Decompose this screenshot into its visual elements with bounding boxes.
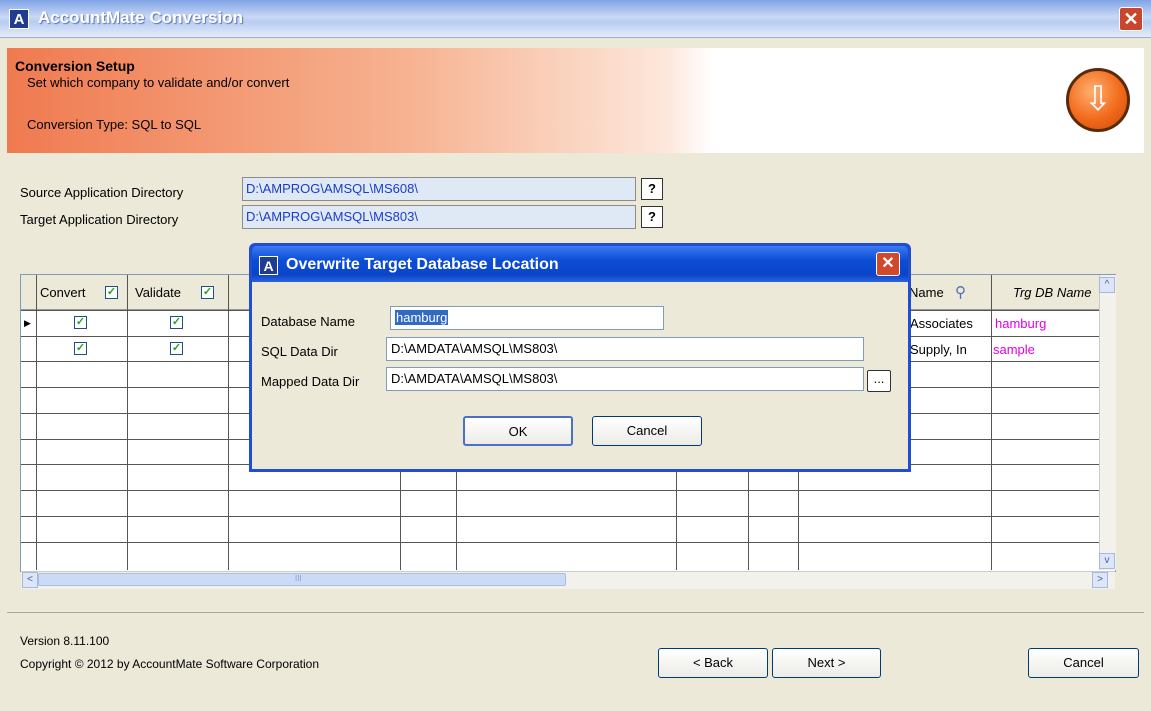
source-dir-label: Source Application Directory bbox=[20, 185, 184, 200]
validate-all-checkbox[interactable]: ✓ bbox=[201, 286, 214, 299]
grid-row-line bbox=[21, 542, 1099, 543]
dialog-close-icon[interactable]: ✕ bbox=[876, 252, 900, 276]
target-dir-help-button[interactable]: ? bbox=[641, 206, 663, 228]
setup-title: Conversion Setup bbox=[15, 58, 135, 74]
scroll-down-icon[interactable]: v bbox=[1099, 553, 1115, 569]
setup-header bbox=[7, 48, 1144, 153]
row-company-name: Supply, In bbox=[910, 342, 967, 357]
scroll-thumb-grip: III bbox=[295, 574, 302, 583]
col-name-header[interactable]: Name bbox=[909, 285, 944, 300]
row-trg-db-name[interactable]: sample bbox=[993, 342, 1035, 357]
grid-divider bbox=[127, 275, 128, 570]
back-button[interactable]: < Back bbox=[658, 648, 768, 678]
horizontal-scroll-thumb[interactable] bbox=[38, 573, 566, 586]
db-name-field[interactable]: hamburg bbox=[390, 306, 664, 330]
grid-row-line bbox=[21, 516, 1099, 517]
grid-divider bbox=[228, 275, 229, 570]
browse-button[interactable]: ... bbox=[867, 370, 891, 392]
row-validate-checkbox[interactable]: ✓ bbox=[170, 342, 183, 355]
col-trg-db-header[interactable]: Trg DB Name bbox=[1013, 285, 1092, 300]
app-logo-icon: A bbox=[9, 9, 29, 29]
col-validate-header[interactable]: Validate bbox=[135, 285, 181, 300]
db-name-label: Database Name bbox=[261, 314, 355, 329]
source-dir-field[interactable]: D:\AMPROG\AMSQL\MS608\ bbox=[242, 177, 636, 201]
close-icon[interactable]: ✕ bbox=[1119, 7, 1143, 31]
row-convert-checkbox[interactable]: ✓ bbox=[74, 342, 87, 355]
row-validate-checkbox[interactable]: ✓ bbox=[170, 316, 183, 329]
cancel-button[interactable]: Cancel bbox=[1028, 648, 1139, 678]
dialog-title: Overwrite Target Database Location bbox=[286, 256, 559, 273]
grid-row-line bbox=[21, 490, 1099, 491]
grid-divider bbox=[991, 275, 992, 570]
vertical-scrollbar[interactable] bbox=[1099, 275, 1116, 570]
copyright-text: Copyright © 2012 by AccountMate Software… bbox=[20, 657, 320, 671]
setup-subtitle: Set which company to validate and/or con… bbox=[27, 75, 290, 90]
dialog-logo-icon: A bbox=[259, 256, 278, 275]
row-company-name: Associates bbox=[910, 316, 973, 331]
dialog-ok-button[interactable]: OK bbox=[463, 416, 573, 446]
row-convert-checkbox[interactable]: ✓ bbox=[74, 316, 87, 329]
search-icon[interactable]: ⚲ bbox=[955, 283, 966, 301]
row-pointer-icon: ▶ bbox=[24, 318, 31, 328]
dialog-cancel-button[interactable]: Cancel bbox=[592, 416, 702, 446]
version-text: Version 8.11.100 bbox=[20, 634, 110, 648]
conversion-type: Conversion Type: SQL to SQL bbox=[27, 117, 202, 132]
sql-dir-label: SQL Data Dir bbox=[261, 344, 338, 359]
download-arrow-icon: ⇩ bbox=[1066, 68, 1130, 132]
row-trg-db-name[interactable]: hamburg bbox=[995, 316, 1046, 331]
mapped-dir-field[interactable]: D:\AMDATA\AMSQL\MS803\ bbox=[386, 367, 864, 391]
db-name-value: hamburg bbox=[395, 310, 449, 325]
next-button[interactable]: Next > bbox=[772, 648, 881, 678]
sql-dir-field[interactable]: D:\AMDATA\AMSQL\MS803\ bbox=[386, 337, 864, 361]
mapped-dir-label: Mapped Data Dir bbox=[261, 374, 360, 389]
convert-all-checkbox[interactable]: ✓ bbox=[105, 286, 118, 299]
grid-divider bbox=[36, 275, 37, 570]
footer-divider bbox=[7, 612, 1144, 613]
target-dir-field[interactable]: D:\AMPROG\AMSQL\MS803\ bbox=[242, 205, 636, 229]
scroll-right-icon[interactable]: > bbox=[1092, 572, 1108, 588]
target-dir-label: Target Application Directory bbox=[20, 212, 179, 227]
window-title: AccountMate Conversion bbox=[38, 8, 243, 27]
scroll-up-icon[interactable]: ^ bbox=[1099, 277, 1115, 293]
col-convert-header[interactable]: Convert bbox=[40, 285, 86, 300]
source-dir-help-button[interactable]: ? bbox=[641, 178, 663, 200]
scroll-left-icon[interactable]: < bbox=[22, 572, 38, 588]
